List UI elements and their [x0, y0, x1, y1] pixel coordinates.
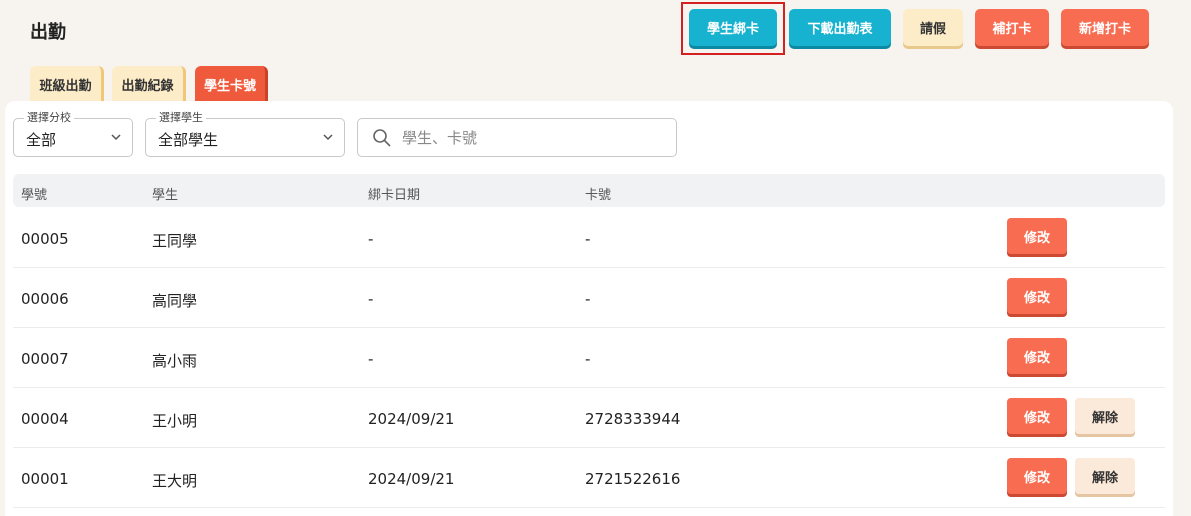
cell-student-id: 00004: [21, 410, 69, 428]
edit-button[interactable]: 修改: [1007, 278, 1067, 314]
cell-card-number: -: [585, 350, 591, 368]
student-select-legend: 選擇學生: [156, 111, 206, 125]
cell-student-id: 00005: [21, 230, 69, 248]
download-attendance-button[interactable]: 下載出勤表: [789, 9, 891, 46]
table-row: 00001 王大明 2024/09/21 2721522616 修改 解除: [13, 448, 1165, 508]
table-row: 00007 高小雨 - - 修改: [13, 328, 1165, 388]
cell-card-number: -: [585, 290, 591, 308]
cell-student-name: 高同學: [152, 292, 198, 310]
cell-card-number: 2728333944: [585, 410, 681, 428]
tab-student-cards[interactable]: 學生卡號: [195, 66, 268, 102]
search-field[interactable]: [357, 118, 677, 157]
header-student-name: 學生: [152, 188, 179, 203]
branch-select-legend: 選擇分校: [24, 111, 74, 125]
header-student-id: 學號: [21, 188, 48, 203]
add-punch-button[interactable]: 新增打卡: [1061, 9, 1149, 46]
makeup-punch-button[interactable]: 補打卡: [975, 9, 1049, 46]
header-card-number: 卡號: [585, 188, 612, 203]
chevron-down-icon: [323, 134, 333, 141]
leave-button[interactable]: 請假: [903, 9, 963, 46]
cell-student-name: 王同學: [152, 232, 198, 250]
header-bind-date: 綁卡日期: [368, 188, 421, 203]
cell-student-id: 00006: [21, 290, 69, 308]
cell-bind-date: -: [368, 290, 374, 308]
branch-select[interactable]: 選擇分校 全部: [13, 111, 133, 157]
tab-class-attendance[interactable]: 班級出勤: [30, 66, 104, 102]
cell-student-name: 王小明: [152, 412, 198, 430]
edit-button[interactable]: 修改: [1007, 338, 1067, 374]
table-header: 學號 學生 綁卡日期 卡號: [13, 174, 1165, 207]
table-row: 00005 王同學 - - 修改: [13, 208, 1165, 268]
cell-student-id: 00001: [21, 470, 69, 488]
bind-card-button[interactable]: 學生綁卡: [689, 9, 777, 46]
chevron-down-icon: [111, 134, 121, 141]
edit-button[interactable]: 修改: [1007, 458, 1067, 494]
student-select-value: 全部學生: [158, 131, 219, 149]
cell-bind-date: 2024/09/21: [368, 410, 455, 428]
cell-card-number: 2721522616: [585, 470, 681, 488]
cell-card-number: -: [585, 230, 591, 248]
student-select[interactable]: 選擇學生 全部學生: [145, 111, 345, 157]
cell-student-id: 00007: [21, 350, 69, 368]
cell-bind-date: -: [368, 350, 374, 368]
branch-select-value: 全部: [26, 131, 57, 149]
tab-attendance-records[interactable]: 出勤紀錄: [112, 66, 186, 102]
cell-bind-date: -: [368, 230, 374, 248]
cell-student-name: 高小雨: [152, 352, 198, 370]
page-title: 出勤: [30, 22, 66, 43]
table-row: 00004 王小明 2024/09/21 2728333944 修改 解除: [13, 388, 1165, 448]
cell-student-name: 王大明: [152, 472, 198, 490]
unbind-button[interactable]: 解除: [1075, 458, 1135, 494]
unbind-button[interactable]: 解除: [1075, 398, 1135, 434]
search-icon: [373, 129, 391, 147]
edit-button[interactable]: 修改: [1007, 398, 1067, 434]
table-row: 00006 高同學 - - 修改: [13, 268, 1165, 328]
cell-bind-date: 2024/09/21: [368, 470, 455, 488]
edit-button[interactable]: 修改: [1007, 218, 1067, 254]
search-input[interactable]: [402, 127, 662, 149]
